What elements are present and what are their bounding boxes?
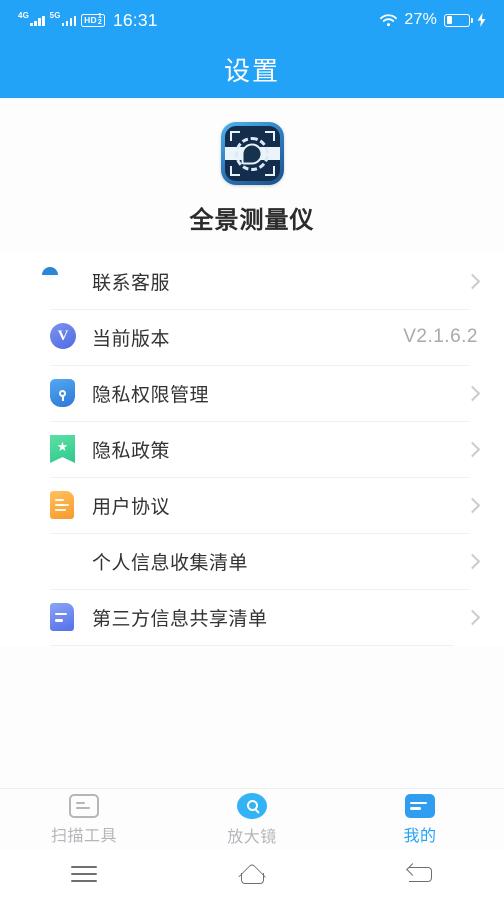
settings-list: 联系客服 V 当前版本 V2.1.6.2 隐私权限管理 ★ 隐私政策 用户协议 … [0,253,504,646]
tab-label: 扫描工具 [50,827,117,845]
phone-screen: 4G 5G HD 1 2 16:31 27% 设置 全景测量仪 联系客服 V 当… [0,0,504,898]
headset-support-icon [50,267,78,295]
nav-back-button[interactable] [336,864,504,884]
panorama-measure-app-icon [220,122,284,185]
battery-percent-label: 27% [404,11,437,28]
version-value: V2.1.6.2 [403,326,478,347]
share-document-icon [50,603,78,631]
tab-scan-tool[interactable]: 扫描工具 [0,793,168,846]
list-item-label: 第三方信息共享清单 [92,608,268,630]
chevron-right-icon [464,497,481,513]
page-title: 设置 [223,55,280,86]
scan-tool-icon [69,793,99,818]
status-bar: 4G 5G HD 1 2 16:31 27% [0,0,504,40]
mine-icon [405,793,435,818]
list-item-privacy-permissions[interactable]: 隐私权限管理 [0,365,504,421]
tab-label: 放大镜 [227,828,277,846]
lightning-bolt-icon [477,13,486,27]
signal-bars-2 [61,15,77,26]
document-icon [50,491,78,519]
nav-recents-button[interactable] [0,866,168,882]
home-icon [237,864,267,884]
tab-magnifier[interactable]: 放大镜 [168,792,336,847]
list-item-privacy-policy[interactable]: ★ 隐私政策 [0,421,504,477]
hd-label: HD [84,14,97,25]
list-item-current-version[interactable]: V 当前版本 V2.1.6.2 [0,309,504,365]
bottom-tab-bar: 扫描工具 放大镜 我的 [0,788,504,850]
version-badge-icon: V [50,323,78,351]
signal-bars-1 [30,15,45,26]
status-bar-left: 4G 5G HD 1 2 16:31 [18,10,158,31]
back-icon [407,864,433,884]
list-item-personal-info-collection[interactable]: 个人信息收集清单 [0,533,504,589]
page-title-bar: 设置 [0,40,504,98]
tab-label: 我的 [403,827,437,845]
android-nav-bar [0,850,504,898]
list-item-label: 当前版本 [92,328,171,350]
chevron-right-icon [464,273,481,289]
list-item-user-agreement[interactable]: 用户协议 [0,477,504,533]
hd-voice-icon: HD 1 2 [81,13,105,27]
status-bar-right: 27% [380,11,486,29]
list-item-label: 隐私权限管理 [92,384,210,406]
magnifier-icon [237,792,267,819]
wifi-icon [380,13,398,26]
signal-4g-icon: 4G [18,10,45,26]
status-bar-clock: 16:31 [112,9,158,30]
list-item-label: 用户协议 [92,496,171,518]
list-item-label: 隐私政策 [92,440,171,462]
chevron-right-icon [464,385,481,401]
chevron-right-icon [464,553,481,569]
signal-5g-icon: 5G [49,10,77,26]
network-type-4g-label: 4G [18,10,30,20]
hd-fraction: 1 2 [97,13,102,26]
list-item-label: 个人信息收集清单 [92,552,249,574]
shield-key-icon [50,379,78,407]
network-type-5g-label: 5G [49,10,61,20]
battery-icon [444,13,473,27]
list-item-contact-support[interactable]: 联系客服 [0,253,504,309]
tab-mine[interactable]: 我的 [336,793,504,846]
chevron-right-icon [464,441,481,457]
recents-menu-icon [71,866,97,882]
app-header: 全景测量仪 [0,98,504,253]
hd-sub: 2 [97,19,102,26]
bookmark-star-icon: ★ [50,435,78,463]
nav-home-button[interactable] [168,864,336,884]
person-card-icon [50,547,78,575]
list-item-label: 联系客服 [92,272,171,294]
chevron-right-icon [464,609,481,625]
app-name: 全景测量仪 [189,207,315,234]
list-item-third-party-sharing[interactable]: 第三方信息共享清单 [0,589,504,645]
